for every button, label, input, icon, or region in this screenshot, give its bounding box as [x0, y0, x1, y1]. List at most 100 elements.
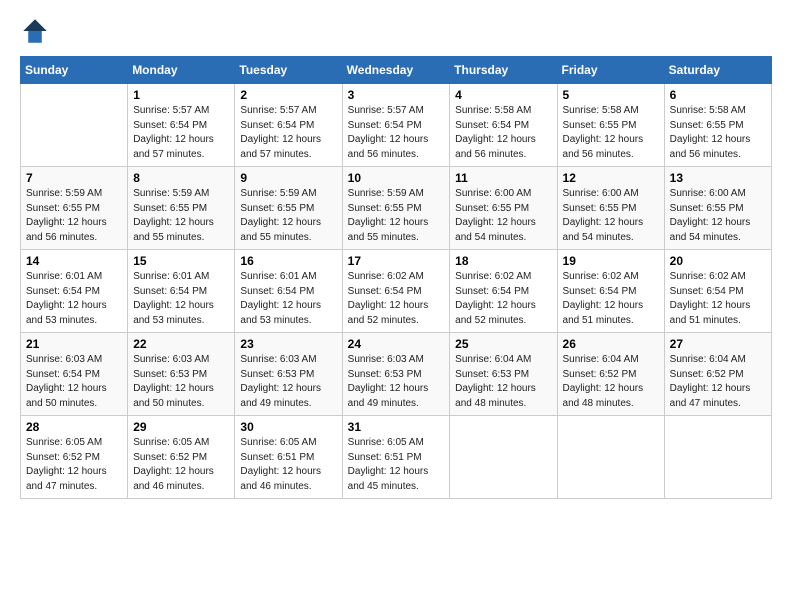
calendar-cell: 10 Sunrise: 5:59 AM Sunset: 6:55 PM Dayli…	[342, 167, 450, 250]
calendar-cell: 18 Sunrise: 6:02 AM Sunset: 6:54 PM Dayli…	[450, 250, 557, 333]
day-number: 13	[670, 171, 766, 185]
day-info: Sunrise: 5:58 AM Sunset: 6:54 PM Dayligh…	[455, 104, 551, 162]
calendar-cell: 22 Sunrise: 6:03 AM Sunset: 6:53 PM Dayli…	[128, 333, 235, 416]
calendar-cell: 26Sunrise: 6:04 AM Sunset: 6:52 PM Dayli…	[557, 333, 664, 416]
calendar-cell: 20Sunrise: 6:02 AM Sunset: 6:54 PM Dayli…	[664, 250, 771, 333]
day-number: 2	[240, 88, 336, 102]
calendar-cell: 24 Sunrise: 6:03 AM Sunset: 6:53 PM Dayli…	[342, 333, 450, 416]
calendar-week-3: 21Sunrise: 6:03 AM Sunset: 6:54 PM Dayli…	[21, 333, 772, 416]
calendar-cell: 30 Sunrise: 6:05 AM Sunset: 6:51 PM Dayli…	[235, 416, 342, 499]
day-number: 17	[348, 254, 445, 268]
weekday-header-row: SundayMondayTuesdayWednesdayThursdayFrid…	[21, 57, 772, 84]
day-info: Sunrise: 6:04 AM Sunset: 6:52 PM Dayligh…	[670, 353, 766, 411]
day-number: 14	[26, 254, 122, 268]
calendar-cell: 23 Sunrise: 6:03 AM Sunset: 6:53 PM Dayli…	[235, 333, 342, 416]
calendar-cell: 25 Sunrise: 6:04 AM Sunset: 6:53 PM Dayli…	[450, 333, 557, 416]
day-number: 21	[26, 337, 122, 351]
calendar-cell: 11Sunrise: 6:00 AM Sunset: 6:55 PM Dayli…	[450, 167, 557, 250]
day-number: 30	[240, 420, 336, 434]
day-info: Sunrise: 6:02 AM Sunset: 6:54 PM Dayligh…	[455, 270, 551, 328]
header	[20, 16, 772, 46]
day-info: Sunrise: 5:59 AM Sunset: 6:55 PM Dayligh…	[26, 187, 122, 245]
day-number: 12	[563, 171, 659, 185]
day-info: Sunrise: 5:57 AM Sunset: 6:54 PM Dayligh…	[240, 104, 336, 162]
day-info: Sunrise: 6:02 AM Sunset: 6:54 PM Dayligh…	[563, 270, 659, 328]
calendar-week-1: 7Sunrise: 5:59 AM Sunset: 6:55 PM Daylig…	[21, 167, 772, 250]
day-info: Sunrise: 5:59 AM Sunset: 6:55 PM Dayligh…	[133, 187, 229, 245]
calendar-cell: 28 Sunrise: 6:05 AM Sunset: 6:52 PM Dayli…	[21, 416, 128, 499]
calendar-cell: 2 Sunrise: 5:57 AM Sunset: 6:54 PM Daylig…	[235, 84, 342, 167]
day-info: Sunrise: 6:03 AM Sunset: 6:53 PM Dayligh…	[348, 353, 445, 411]
day-number: 24	[348, 337, 445, 351]
day-info: Sunrise: 6:01 AM Sunset: 6:54 PM Dayligh…	[133, 270, 229, 328]
calendar-cell: 8 Sunrise: 5:59 AM Sunset: 6:55 PM Daylig…	[128, 167, 235, 250]
calendar-cell: 14 Sunrise: 6:01 AM Sunset: 6:54 PM Dayli…	[21, 250, 128, 333]
day-info: Sunrise: 6:01 AM Sunset: 6:54 PM Dayligh…	[240, 270, 336, 328]
calendar-week-4: 28 Sunrise: 6:05 AM Sunset: 6:52 PM Dayli…	[21, 416, 772, 499]
day-number: 28	[26, 420, 122, 434]
calendar-cell: 21Sunrise: 6:03 AM Sunset: 6:54 PM Dayli…	[21, 333, 128, 416]
day-number: 29	[133, 420, 229, 434]
day-number: 22	[133, 337, 229, 351]
day-number: 27	[670, 337, 766, 351]
day-info: Sunrise: 5:59 AM Sunset: 6:55 PM Dayligh…	[348, 187, 445, 245]
day-number: 11	[455, 171, 551, 185]
day-number: 6	[670, 88, 766, 102]
weekday-tuesday: Tuesday	[235, 57, 342, 84]
logo	[20, 16, 54, 46]
day-info: Sunrise: 6:03 AM Sunset: 6:53 PM Dayligh…	[240, 353, 336, 411]
day-info: Sunrise: 6:05 AM Sunset: 6:51 PM Dayligh…	[240, 436, 336, 494]
calendar-week-2: 14 Sunrise: 6:01 AM Sunset: 6:54 PM Dayli…	[21, 250, 772, 333]
day-number: 9	[240, 171, 336, 185]
calendar-cell: 6Sunrise: 5:58 AM Sunset: 6:55 PM Daylig…	[664, 84, 771, 167]
day-info: Sunrise: 6:04 AM Sunset: 6:52 PM Dayligh…	[563, 353, 659, 411]
calendar-cell	[664, 416, 771, 499]
day-number: 15	[133, 254, 229, 268]
day-number: 25	[455, 337, 551, 351]
day-number: 31	[348, 420, 445, 434]
calendar-week-0: 1 Sunrise: 5:57 AM Sunset: 6:54 PM Daylig…	[21, 84, 772, 167]
day-info: Sunrise: 6:04 AM Sunset: 6:53 PM Dayligh…	[455, 353, 551, 411]
calendar-body: 1 Sunrise: 5:57 AM Sunset: 6:54 PM Daylig…	[21, 84, 772, 499]
calendar-cell: 19 Sunrise: 6:02 AM Sunset: 6:54 PM Dayli…	[557, 250, 664, 333]
page-container: SundayMondayTuesdayWednesdayThursdayFrid…	[0, 0, 792, 509]
calendar-header: SundayMondayTuesdayWednesdayThursdayFrid…	[21, 57, 772, 84]
day-info: Sunrise: 6:05 AM Sunset: 6:52 PM Dayligh…	[133, 436, 229, 494]
day-number: 23	[240, 337, 336, 351]
day-number: 3	[348, 88, 445, 102]
calendar-cell: 27 Sunrise: 6:04 AM Sunset: 6:52 PM Dayli…	[664, 333, 771, 416]
weekday-friday: Friday	[557, 57, 664, 84]
calendar-cell: 12 Sunrise: 6:00 AM Sunset: 6:55 PM Dayli…	[557, 167, 664, 250]
calendar-cell	[450, 416, 557, 499]
day-info: Sunrise: 6:03 AM Sunset: 6:53 PM Dayligh…	[133, 353, 229, 411]
calendar-cell: 1 Sunrise: 5:57 AM Sunset: 6:54 PM Daylig…	[128, 84, 235, 167]
day-info: Sunrise: 5:59 AM Sunset: 6:55 PM Dayligh…	[240, 187, 336, 245]
calendar-cell: 5 Sunrise: 5:58 AM Sunset: 6:55 PM Daylig…	[557, 84, 664, 167]
day-info: Sunrise: 5:58 AM Sunset: 6:55 PM Dayligh…	[563, 104, 659, 162]
weekday-sunday: Sunday	[21, 57, 128, 84]
day-info: Sunrise: 5:57 AM Sunset: 6:54 PM Dayligh…	[133, 104, 229, 162]
day-number: 18	[455, 254, 551, 268]
day-info: Sunrise: 6:01 AM Sunset: 6:54 PM Dayligh…	[26, 270, 122, 328]
day-number: 10	[348, 171, 445, 185]
calendar-cell: 29 Sunrise: 6:05 AM Sunset: 6:52 PM Dayli…	[128, 416, 235, 499]
calendar-cell: 16 Sunrise: 6:01 AM Sunset: 6:54 PM Dayli…	[235, 250, 342, 333]
day-info: Sunrise: 6:00 AM Sunset: 6:55 PM Dayligh…	[563, 187, 659, 245]
day-number: 20	[670, 254, 766, 268]
day-number: 19	[563, 254, 659, 268]
calendar-cell: 9 Sunrise: 5:59 AM Sunset: 6:55 PM Daylig…	[235, 167, 342, 250]
day-number: 1	[133, 88, 229, 102]
calendar-cell	[557, 416, 664, 499]
day-number: 8	[133, 171, 229, 185]
day-number: 5	[563, 88, 659, 102]
day-number: 16	[240, 254, 336, 268]
weekday-monday: Monday	[128, 57, 235, 84]
day-info: Sunrise: 6:05 AM Sunset: 6:52 PM Dayligh…	[26, 436, 122, 494]
day-info: Sunrise: 5:57 AM Sunset: 6:54 PM Dayligh…	[348, 104, 445, 162]
weekday-thursday: Thursday	[450, 57, 557, 84]
day-info: Sunrise: 6:00 AM Sunset: 6:55 PM Dayligh…	[670, 187, 766, 245]
calendar-cell: 4Sunrise: 5:58 AM Sunset: 6:54 PM Daylig…	[450, 84, 557, 167]
weekday-saturday: Saturday	[664, 57, 771, 84]
calendar-cell	[21, 84, 128, 167]
weekday-wednesday: Wednesday	[342, 57, 450, 84]
